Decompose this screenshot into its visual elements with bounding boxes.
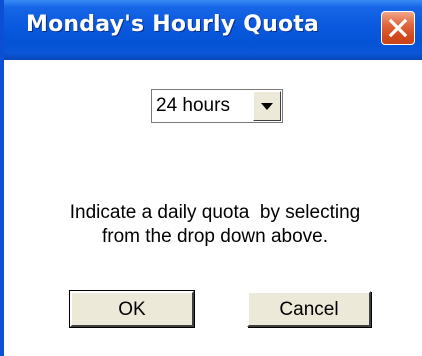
cancel-button[interactable]: Cancel xyxy=(247,291,371,327)
ok-button[interactable]: OK xyxy=(69,290,195,328)
quota-dropdown[interactable]: 24 hours xyxy=(151,89,283,123)
quota-dropdown-value: 24 hours xyxy=(156,95,230,116)
dropdown-button[interactable] xyxy=(253,91,281,121)
close-icon xyxy=(388,18,408,38)
window-title: Monday's Hourly Quota xyxy=(26,12,320,37)
title-bar[interactable]: Monday's Hourly Quota xyxy=(4,0,422,60)
dialog-window: Monday's Hourly Quota 24 hours Indicate … xyxy=(0,0,422,356)
dialog-body: 24 hours Indicate a daily quota by selec… xyxy=(4,60,422,356)
instructions-text: Indicate a daily quota by selecting from… xyxy=(24,201,406,249)
instructions-line-2: from the drop down above. xyxy=(101,226,329,247)
chevron-down-icon xyxy=(261,103,273,110)
instructions-line-1: Indicate a daily quota by selecting xyxy=(69,202,361,223)
close-button[interactable] xyxy=(381,11,415,45)
